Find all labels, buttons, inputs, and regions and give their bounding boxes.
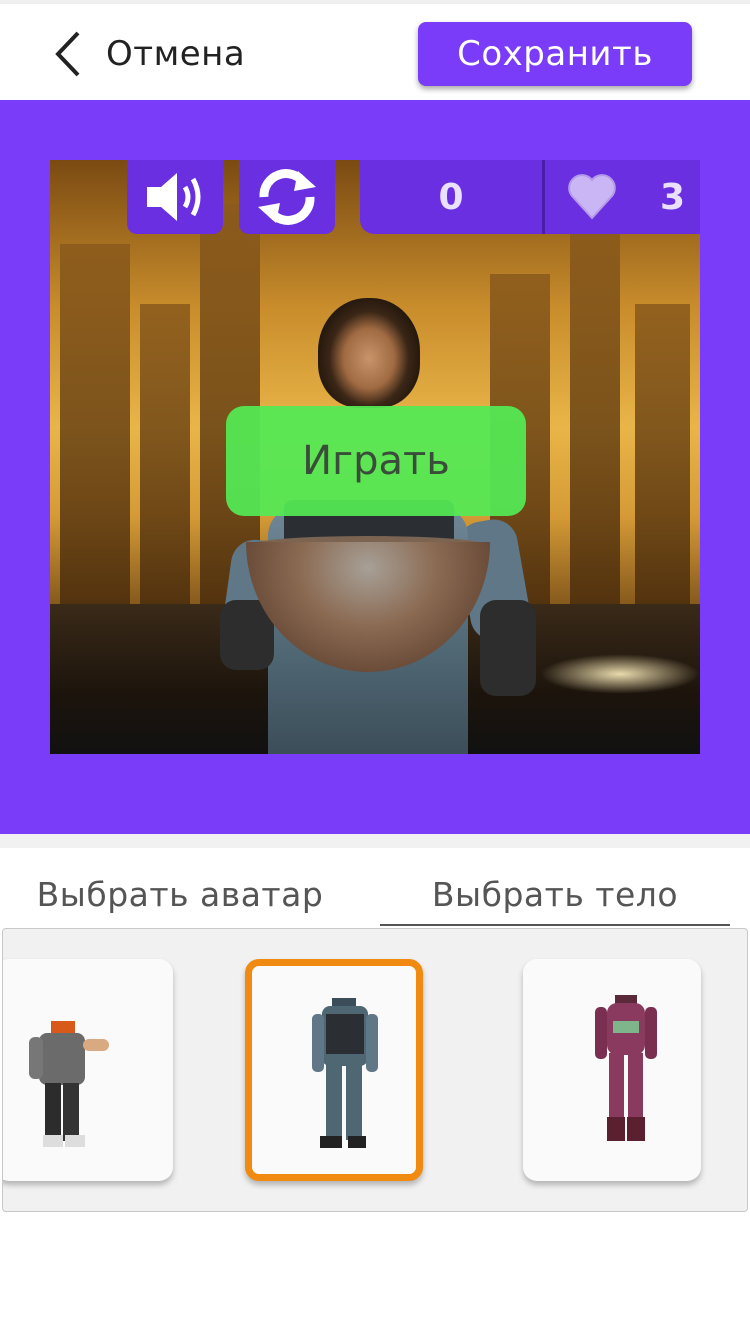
score-value: 0 (438, 176, 464, 218)
restart-button[interactable] (239, 160, 335, 234)
heart-icon (568, 174, 616, 220)
background-building (140, 304, 190, 604)
background-building (60, 244, 130, 604)
light-glow (540, 654, 700, 694)
tab-choose-avatar[interactable]: Выбрать аватар (20, 864, 340, 924)
preview-stage: 0 3 Играть (0, 100, 750, 834)
body-carousel[interactable] (2, 928, 748, 1212)
body-hoodie-figure (29, 1021, 109, 1147)
avatar-head (318, 298, 420, 408)
play-button[interactable]: Играть (226, 406, 526, 516)
score-divider (542, 160, 545, 234)
game-preview: 0 3 Играть (50, 160, 700, 754)
body-soldier-figure (312, 998, 378, 1148)
save-button[interactable]: Сохранить (418, 22, 692, 86)
refresh-icon (258, 169, 316, 225)
lives-value: 3 (660, 176, 686, 218)
score-panel: 0 3 (360, 160, 700, 234)
body-pink-armor-figure (595, 995, 657, 1141)
top-bar: Отмена Сохранить (0, 0, 750, 100)
background-building (570, 224, 620, 604)
body-card-pink-armor[interactable] (523, 959, 701, 1181)
character-glove-right (480, 600, 536, 696)
sound-button[interactable] (127, 160, 223, 234)
body-card-hoodie[interactable] (3, 959, 173, 1181)
speaker-icon (147, 173, 201, 221)
background-building (635, 304, 690, 604)
tab-bar: Выбрать аватар Выбрать тело (0, 834, 750, 928)
body-card-soldier[interactable] (245, 959, 423, 1181)
tab-choose-body[interactable]: Выбрать тело (380, 864, 730, 926)
cancel-label: Отмена (106, 34, 246, 74)
back-chevron-icon (55, 31, 80, 77)
cancel-button[interactable]: Отмена (52, 26, 245, 82)
footer-space (0, 1212, 750, 1334)
